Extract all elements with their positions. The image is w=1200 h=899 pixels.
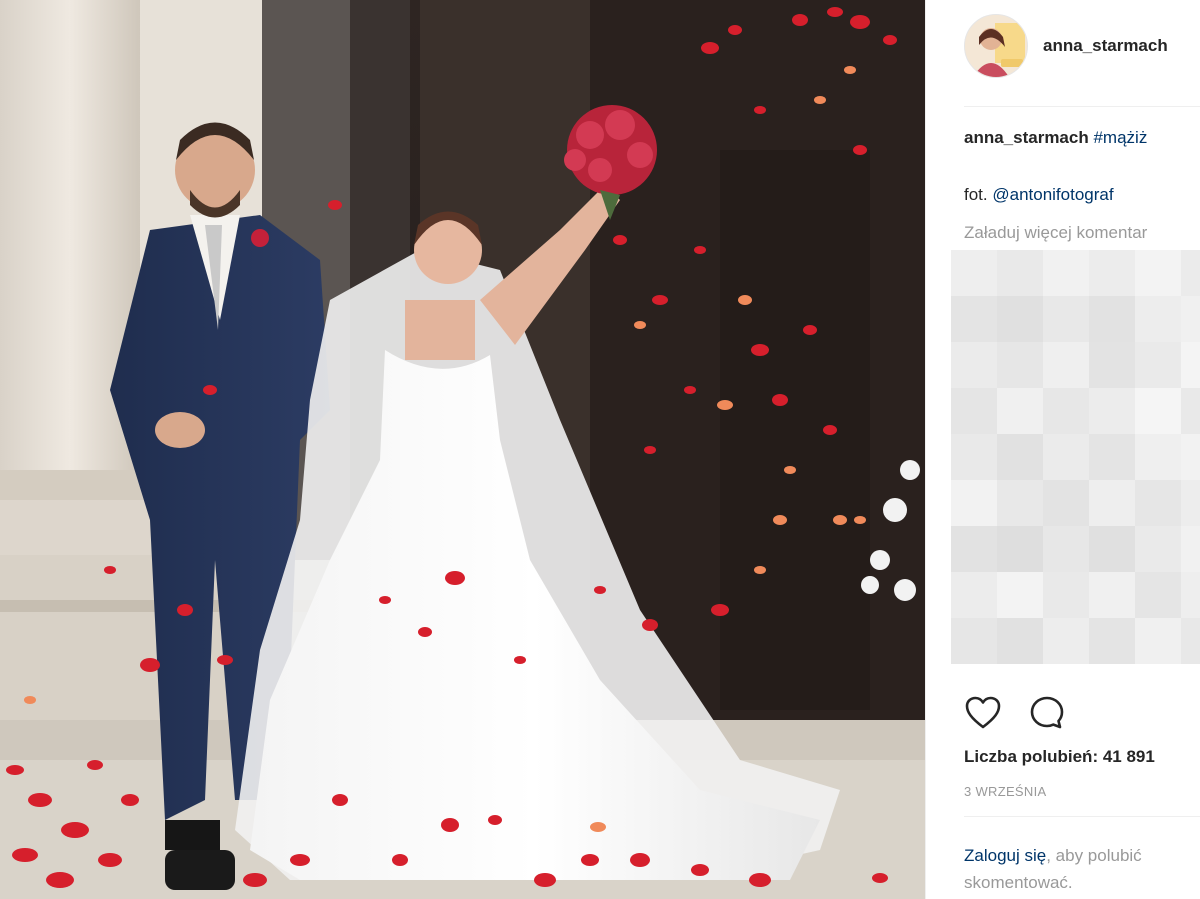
post-photo[interactable]	[0, 0, 925, 899]
post-username[interactable]: anna_starmach	[1043, 36, 1168, 56]
likes-count[interactable]: Liczba polubień: 41 891	[964, 747, 1155, 767]
post-actions	[964, 694, 1066, 732]
caption-username[interactable]: anna_starmach	[964, 128, 1089, 147]
header-divider	[964, 106, 1200, 107]
load-more-comments[interactable]: Załaduj więcej komentar	[964, 223, 1147, 243]
login-link[interactable]: Zaloguj się	[964, 846, 1046, 865]
photo-credit: fot. @antonifotograf	[964, 185, 1114, 205]
login-prompt: Zaloguj się, aby polubić skomentować.	[964, 842, 1200, 896]
post-sidebar: anna_starmach anna_starmach #mążiż fot. …	[925, 0, 1200, 899]
comment-bubble-icon[interactable]	[1028, 694, 1066, 732]
heart-icon[interactable]	[964, 694, 1002, 732]
credit-mention[interactable]: @antonifotograf	[992, 185, 1113, 204]
login-text-line2: skomentować.	[964, 873, 1073, 892]
post-caption: anna_starmach #mążiż	[964, 128, 1200, 148]
login-text-line1: , aby polubić	[1046, 846, 1142, 865]
credit-prefix: fot.	[964, 185, 988, 204]
blurred-comments	[951, 250, 1200, 664]
wedding-photo	[0, 0, 925, 899]
avatar[interactable]	[964, 14, 1028, 78]
footer-divider	[964, 816, 1200, 817]
avatar-image	[965, 15, 1027, 77]
post-date: 3 WRZEŚNIA	[964, 784, 1047, 799]
post-header: anna_starmach	[964, 14, 1200, 78]
caption-hashtag[interactable]: #mążiż	[1093, 128, 1147, 147]
